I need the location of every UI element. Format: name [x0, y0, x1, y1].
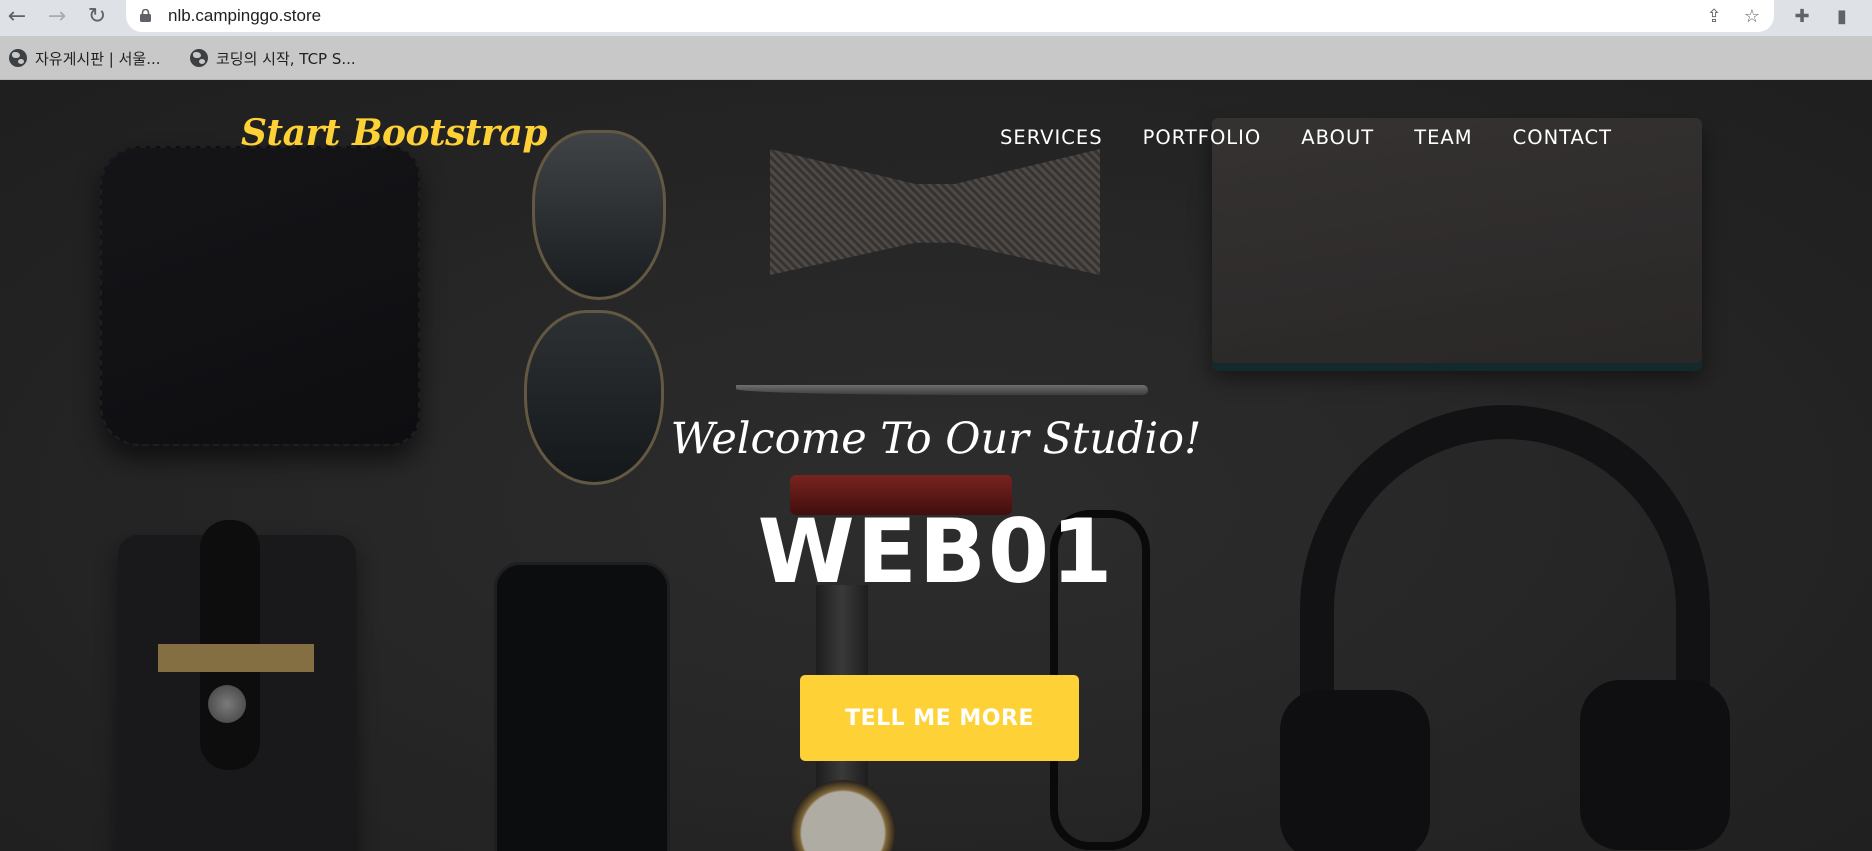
back-arrow-icon[interactable]: ←	[2, 2, 32, 30]
nav-services[interactable]: SERVICES	[1000, 126, 1103, 149]
tell-me-more-button[interactable]: TELL ME MORE	[800, 675, 1079, 761]
nav-team[interactable]: TEAM	[1414, 126, 1472, 149]
bookmark-item[interactable]: 자유게시판 | 서울...	[9, 45, 161, 71]
address-bar[interactable]: nlb.campinggo.store ⇪ ☆	[126, 0, 1774, 32]
bookmarks-bar: 자유게시판 | 서울... 코딩의 시작, TCP S...	[0, 36, 1872, 80]
browser-toolbar: ← → ↻ nlb.campinggo.store ⇪ ☆ ✚ ▮	[0, 0, 1872, 36]
globe-icon	[9, 49, 27, 67]
globe-icon	[190, 49, 208, 67]
bookmark-label: 자유게시판 | 서울...	[35, 49, 161, 68]
nav-about[interactable]: ABOUT	[1301, 126, 1374, 149]
forward-arrow-icon[interactable]: →	[42, 2, 72, 30]
hero-subheading: Welcome To Our Studio!	[670, 414, 1202, 464]
reload-icon[interactable]: ↻	[82, 2, 112, 30]
bookmark-item[interactable]: 코딩의 시작, TCP S...	[190, 45, 356, 71]
lock-icon	[140, 9, 151, 22]
side-panel-icon[interactable]: ▮	[1828, 2, 1856, 30]
url-text[interactable]: nlb.campinggo.store	[168, 6, 321, 26]
share-icon[interactable]: ⇪	[1702, 4, 1726, 28]
bookmark-label: 코딩의 시작, TCP S...	[216, 49, 356, 68]
main-nav: SERVICES PORTFOLIO ABOUT TEAM CONTACT	[1000, 126, 1612, 149]
extensions-icon[interactable]: ✚	[1788, 2, 1816, 30]
nav-contact[interactable]: CONTACT	[1513, 126, 1612, 149]
bookmark-star-icon[interactable]: ☆	[1740, 4, 1764, 28]
hero-heading: WEB01	[757, 500, 1115, 603]
nav-portfolio[interactable]: PORTFOLIO	[1143, 126, 1262, 149]
brand-logo[interactable]: Start Bootstrap	[241, 112, 548, 154]
hero-section: Start Bootstrap SERVICES PORTFOLIO ABOUT…	[0, 80, 1872, 851]
